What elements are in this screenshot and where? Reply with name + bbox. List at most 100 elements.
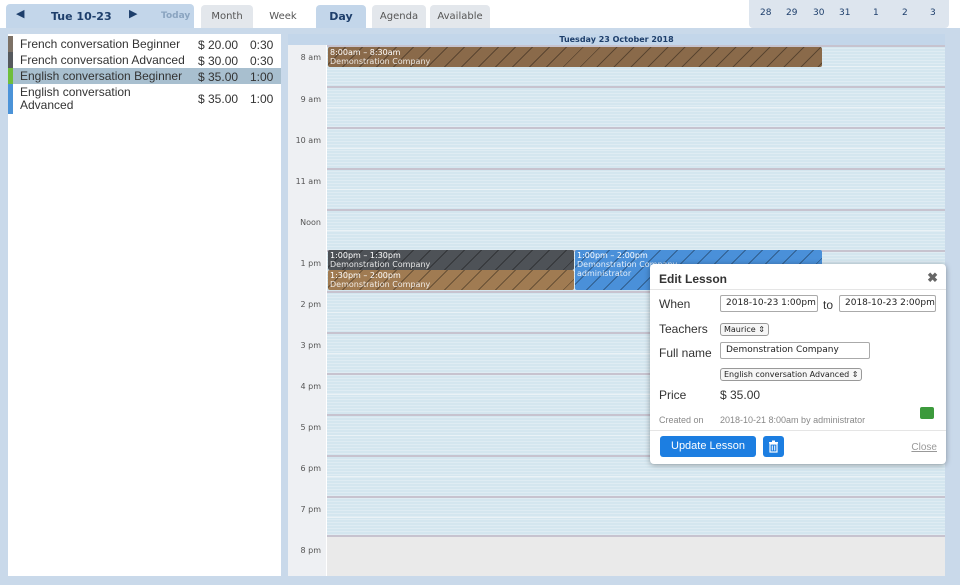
calendar-event[interactable]: 8:00am – 8:30am Demonstration Company — [328, 47, 822, 67]
lesson-color-bar — [8, 68, 13, 84]
hour-label: 3 pm — [300, 341, 321, 350]
event-time: 1:00pm – 2:00pm — [577, 251, 648, 260]
delete-button[interactable] — [763, 436, 784, 457]
mini-calendar-week: 28 29 30 31 1 2 3 — [749, 0, 949, 28]
lesson-price: $ 30.00 — [198, 54, 239, 68]
when-label: When — [659, 297, 691, 311]
lesson-price: $ 20.00 — [198, 38, 239, 52]
event-time: 1:30pm – 2:00pm — [330, 271, 401, 280]
calendar-event[interactable]: 1:00pm – 1:30pm Demonstration Company — [328, 250, 574, 270]
lesson-item-selected[interactable]: English conversation Beginner $ 35.00 1:… — [8, 68, 281, 84]
fullname-input[interactable]: Demonstration Company — [720, 342, 870, 359]
hour-line — [327, 496, 945, 498]
mini-day[interactable]: 30 — [813, 8, 824, 18]
mini-day[interactable]: 28 — [760, 8, 771, 18]
price-label: Price — [659, 388, 687, 402]
event-time: 1:00pm – 1:30pm — [330, 251, 401, 260]
lesson-item[interactable]: English conversation Advanced $ 35.00 1:… — [8, 84, 281, 114]
today-button[interactable]: Today — [161, 11, 190, 21]
current-date-label[interactable]: Tue 10-23 — [51, 10, 112, 23]
hour-line — [327, 168, 945, 170]
lesson-price: $ 35.00 — [198, 92, 239, 106]
price-value: $ 35.00 — [720, 388, 761, 402]
hour-label: Noon — [300, 218, 321, 227]
tab-month[interactable]: Month — [201, 5, 253, 28]
lesson-color-bar — [8, 52, 13, 68]
export-icon[interactable] — [920, 407, 934, 419]
calendar-day-header: Tuesday 23 October 2018 — [288, 34, 945, 45]
divider — [650, 430, 946, 431]
mini-day[interactable]: 2 — [902, 8, 908, 18]
hour-label: 7 pm — [300, 505, 321, 514]
start-datetime-input[interactable]: 2018-10-23 1:00pm — [720, 295, 818, 312]
lesson-type-list: French conversation Beginner $ 20.00 0:3… — [8, 34, 281, 576]
lesson-duration: 0:30 — [250, 54, 274, 68]
hour-label: 4 pm — [300, 382, 321, 391]
lesson-name: English conversation Advanced — [20, 85, 131, 112]
chevron-updown-icon: ⇕ — [851, 370, 859, 379]
half-hour-line — [327, 517, 945, 518]
tab-day[interactable]: Day — [316, 5, 366, 28]
caret-left-icon[interactable]: ◀ — [16, 7, 24, 20]
lesson-name: French conversation Beginner — [20, 37, 181, 51]
teacher-select[interactable]: Maurice ⇕ — [720, 323, 769, 336]
mini-day[interactable]: 3 — [930, 8, 936, 18]
divider — [650, 289, 946, 290]
hour-line — [327, 209, 945, 211]
hour-line — [327, 86, 945, 88]
edit-lesson-popup: Edit Lesson ✖ When 2018-10-23 1:00pm to … — [650, 264, 946, 464]
tab-available[interactable]: Available — [430, 5, 490, 28]
created-value: 2018-10-21 8:00am by administrator — [720, 415, 866, 425]
hour-label: 6 pm — [300, 464, 321, 473]
hour-label: 1 pm — [300, 259, 321, 268]
created-label: Created on — [659, 415, 704, 425]
hour-line — [327, 535, 945, 537]
half-hour-line — [327, 148, 945, 149]
close-link[interactable]: Close — [911, 442, 937, 453]
lesson-duration: 1:00 — [250, 70, 274, 84]
mini-day[interactable]: 31 — [839, 8, 850, 18]
trash-icon — [769, 440, 778, 453]
lesson-color-bar — [8, 36, 13, 52]
event-title: Demonstration Company — [330, 57, 431, 66]
half-hour-line — [327, 189, 945, 190]
event-title: Demonstration Company — [330, 280, 431, 289]
time-grid-after-hours — [327, 535, 945, 576]
hour-label: 8 am — [300, 53, 321, 62]
popup-title: Edit Lesson — [659, 272, 728, 286]
chevron-updown-icon: ⇕ — [758, 325, 765, 334]
mini-day[interactable]: 1 — [873, 8, 879, 18]
lesson-type-select[interactable]: English conversation Advanced ⇕ — [720, 368, 863, 381]
hour-label: 8 pm — [300, 546, 321, 555]
time-gutter: 8 am 9 am 10 am 11 am Noon 1 pm 2 pm 3 p… — [288, 45, 326, 576]
end-datetime-input[interactable]: 2018-10-23 2:00pm — [839, 295, 936, 312]
close-icon[interactable]: ✖ — [927, 270, 938, 286]
lesson-type-value: English conversation Advanced — [724, 370, 850, 379]
event-title: Demonstration Company — [330, 260, 431, 269]
top-toolbar: ◀ Tue 10-23 ▶ Today Month Week Day Agend… — [0, 0, 960, 28]
lesson-name: French conversation Advanced — [20, 53, 185, 67]
caret-right-icon[interactable]: ▶ — [129, 7, 137, 20]
lesson-price: $ 35.00 — [198, 70, 239, 84]
lesson-item[interactable]: French conversation Advanced $ 30.00 0:3… — [8, 52, 281, 68]
lesson-name: English conversation Beginner — [20, 69, 183, 83]
teachers-label: Teachers — [659, 322, 708, 336]
hour-label: 2 pm — [300, 300, 321, 309]
teacher-value: Maurice — [724, 325, 756, 334]
half-hour-line — [327, 476, 945, 477]
fullname-label: Full name — [659, 346, 712, 360]
lesson-item[interactable]: French conversation Beginner $ 20.00 0:3… — [8, 36, 281, 52]
calendar-event[interactable]: 1:30pm – 2:00pm Demonstration Company — [328, 270, 574, 290]
hour-line — [327, 127, 945, 129]
half-hour-line — [327, 230, 945, 231]
date-navigator: ◀ Tue 10-23 ▶ Today — [6, 4, 194, 28]
lesson-duration: 0:30 — [250, 38, 274, 52]
lesson-duration: 1:00 — [250, 92, 274, 106]
tab-week[interactable]: Week — [257, 5, 309, 28]
hour-label: 11 am — [295, 177, 321, 186]
tab-agenda[interactable]: Agenda — [372, 5, 426, 28]
hour-label: 9 am — [300, 95, 321, 104]
mini-day[interactable]: 29 — [786, 8, 797, 18]
update-lesson-button[interactable]: Update Lesson — [660, 436, 756, 457]
lesson-color-bar — [8, 84, 13, 114]
